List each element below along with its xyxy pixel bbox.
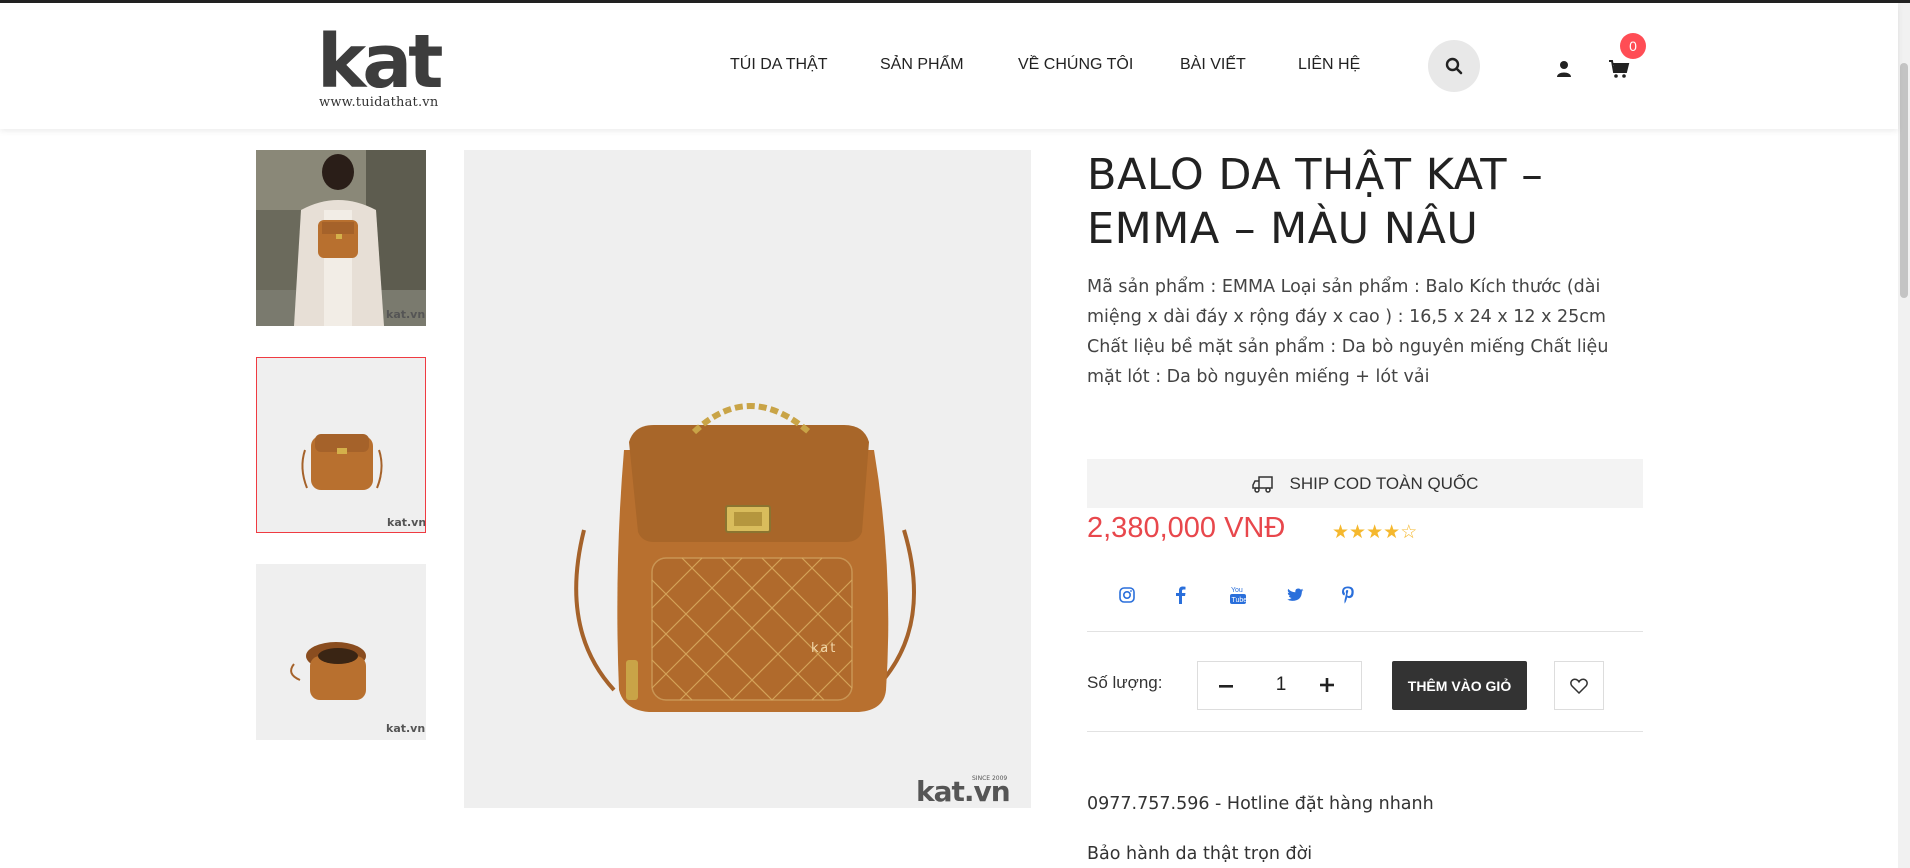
bag-open-thumbnail xyxy=(290,642,366,700)
cart-icon[interactable] xyxy=(1608,59,1630,79)
gallery-thumb-1[interactable]: kat.vn xyxy=(256,150,426,326)
search-button[interactable] xyxy=(1428,40,1480,92)
youtube-icon[interactable]: You Tube xyxy=(1227,584,1249,606)
rating-stars: ★★★★☆ xyxy=(1332,521,1417,543)
hotline-text: 0977.757.596 - Hotline đặt hàng nhanh xyxy=(1087,794,1434,814)
plus-icon[interactable] xyxy=(1316,674,1338,696)
bag-front-thumbnail xyxy=(301,434,383,490)
search-icon xyxy=(1445,57,1463,75)
wishlist-button[interactable] xyxy=(1554,661,1604,710)
quantity-stepper: 1 xyxy=(1197,661,1362,710)
instagram-icon[interactable] xyxy=(1116,584,1138,606)
minus-icon[interactable] xyxy=(1216,676,1236,696)
star-filled-icon: ★ xyxy=(1383,521,1401,543)
thumb-watermark: kat.vn xyxy=(386,308,426,321)
page-scrollbar[interactable] xyxy=(1898,3,1910,868)
user-icon[interactable] xyxy=(1554,59,1574,79)
nav-item-bai-viet[interactable]: BÀI VIẾT xyxy=(1180,56,1246,74)
warranty-text: Bảo hành da thật trọn đời xyxy=(1087,844,1313,864)
svg-text:You: You xyxy=(1231,587,1243,594)
main-product-image[interactable]: kat kat.vn SINCE 2009 xyxy=(464,150,1031,808)
facebook-icon[interactable] xyxy=(1169,584,1191,606)
svg-text:kat: kat xyxy=(811,641,837,656)
quantity-input[interactable]: 1 xyxy=(1262,674,1300,696)
star-empty-icon: ☆ xyxy=(1400,521,1418,543)
logo[interactable]: kat www.tuidathat.vn xyxy=(317,19,447,110)
model-photo xyxy=(256,150,426,326)
svg-text:Tube: Tube xyxy=(1232,597,1248,604)
site-header: kat www.tuidathat.vn TÚI DA THẬT SẢN PHẨ… xyxy=(0,3,1898,129)
quantity-label: Số lượng: xyxy=(1087,673,1163,692)
thumb-watermark: kat.vn xyxy=(386,722,426,735)
logo-url: www.tuidathat.vn xyxy=(319,95,439,110)
scrollbar-thumb[interactable] xyxy=(1900,63,1908,298)
main-image-watermark-since: SINCE 2009 xyxy=(972,775,1008,782)
heart-icon xyxy=(1570,677,1588,694)
product-title: BALO DA THẬT KAT – EMMA – MÀU NÂU xyxy=(1087,150,1544,254)
shipping-banner: SHIP COD TOÀN QUỐC xyxy=(1087,459,1643,508)
star-filled-icon: ★ xyxy=(1349,521,1367,543)
divider xyxy=(1087,631,1643,632)
star-filled-icon: ★ xyxy=(1332,521,1350,543)
divider xyxy=(1087,731,1643,732)
product-description: Mã sản phẩm : EMMA Loại sản phẩm : Balo … xyxy=(1087,277,1609,387)
nav-item-ve-chung-toi[interactable]: VỀ CHÚNG TÔI xyxy=(1018,56,1133,74)
shipping-text: SHIP COD TOÀN QUỐC xyxy=(1289,473,1479,493)
nav-item-tui-da-that[interactable]: TÚI DA THẬT xyxy=(730,56,828,74)
nav-item-lien-he[interactable]: LIÊN HỆ xyxy=(1298,56,1360,74)
thumb-watermark: kat.vn xyxy=(387,516,426,529)
product-price: 2,380,000 VNĐ xyxy=(1087,512,1286,544)
logo-mark: kat xyxy=(317,19,444,105)
backpack-illustration: kat xyxy=(574,403,916,712)
add-to-cart-button[interactable]: THÊM VÀO GIỎ xyxy=(1392,661,1527,710)
pinterest-icon[interactable] xyxy=(1337,584,1359,606)
nav-item-san-pham[interactable]: SẢN PHẨM xyxy=(880,56,964,74)
gallery-thumb-2[interactable]: kat.vn xyxy=(256,357,426,533)
twitter-icon[interactable] xyxy=(1284,584,1306,606)
gallery-thumb-3[interactable]: kat.vn xyxy=(256,564,426,740)
truck-icon xyxy=(1251,475,1273,493)
cart-count-badge: 0 xyxy=(1620,33,1646,59)
star-filled-icon: ★ xyxy=(1366,521,1384,543)
